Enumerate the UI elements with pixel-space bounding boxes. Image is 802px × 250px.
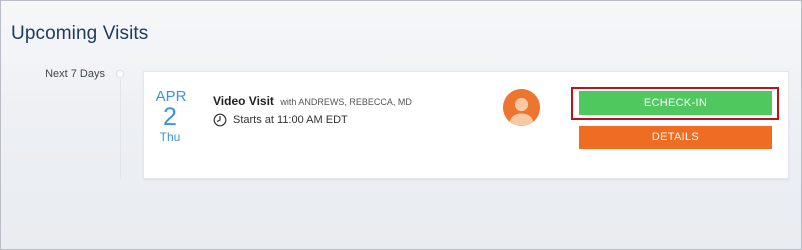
visit-type: Video Visit xyxy=(213,94,274,108)
echeckin-button[interactable]: ECHECK-IN xyxy=(579,91,772,115)
visit-date-weekday: Thu xyxy=(159,130,181,144)
details-button[interactable]: DETAILS xyxy=(579,126,772,149)
timeline-line xyxy=(120,79,121,179)
visit-info: Video Visit with ANDREWS, REBECCA, MD St… xyxy=(213,92,412,127)
visit-provider: with ANDREWS, REBECCA, MD xyxy=(280,97,412,107)
timeline-dot xyxy=(116,70,124,78)
visit-date-month: APR xyxy=(155,88,187,105)
visit-date: APR 2 Thu xyxy=(144,89,196,143)
visit-title-line: Video Visit with ANDREWS, REBECCA, MD xyxy=(213,92,412,110)
visit-start-time: Starts at 11:00 AM EDT xyxy=(233,114,348,126)
upcoming-visits-panel: Upcoming Visits Next 7 Days APR 2 Thu Vi… xyxy=(0,0,802,250)
section-title: Upcoming Visits xyxy=(11,23,149,44)
timeline-group-label: Next 7 Days xyxy=(45,68,105,80)
clock-icon xyxy=(213,113,227,127)
provider-avatar-icon xyxy=(503,89,540,126)
visit-time-row: Starts at 11:00 AM EDT xyxy=(213,113,412,127)
visit-date-day: 2 xyxy=(163,103,177,131)
visit-card: APR 2 Thu Video Visit with ANDREWS, REBE… xyxy=(143,71,789,179)
